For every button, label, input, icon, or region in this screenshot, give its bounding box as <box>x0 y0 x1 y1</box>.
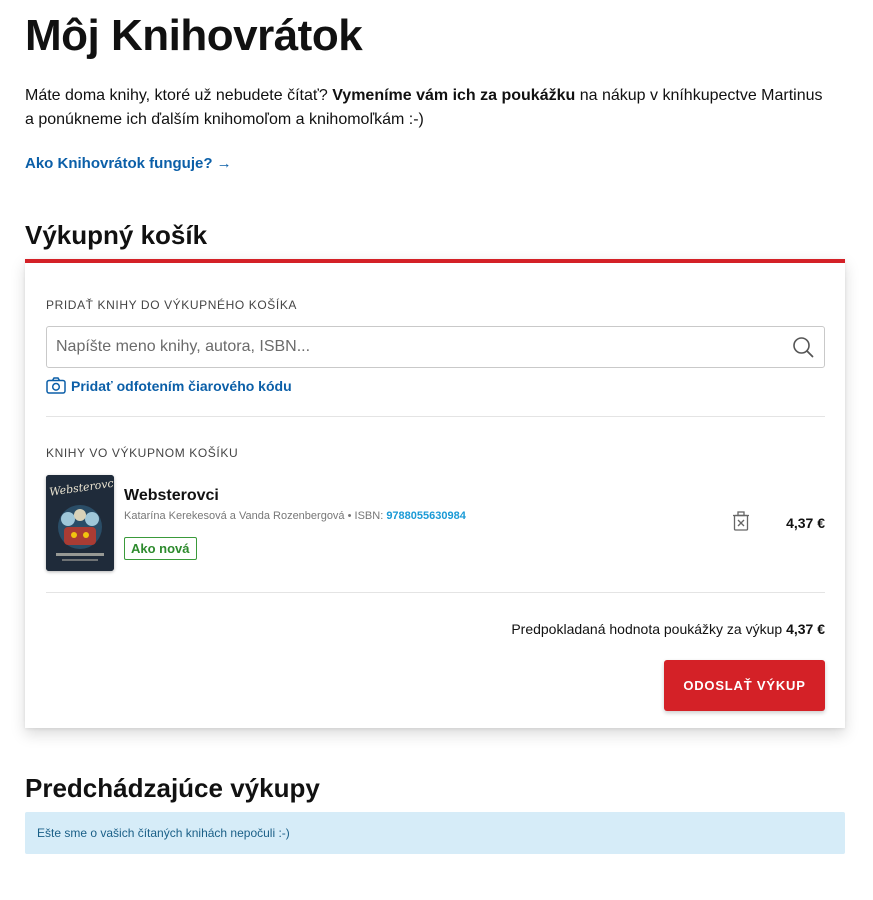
search-icon[interactable] <box>792 336 814 358</box>
page-title: Môj Knihovrátok <box>25 11 363 60</box>
how-it-works-link[interactable]: Ako Knihovrátok funguje? → <box>25 155 232 172</box>
book-search-input[interactable] <box>47 327 787 367</box>
divider <box>46 416 825 417</box>
intro-text: Máte doma knihy, ktoré už nebudete čítať… <box>25 84 825 132</box>
book-title[interactable]: Websterovci <box>124 487 219 505</box>
cart-item: Websterovci Websterovci Katarína Kerekes… <box>46 475 825 575</box>
cart-section-title: Výkupný košík <box>25 220 208 250</box>
book-price: 4,37 € <box>786 515 825 531</box>
book-meta: Katarína Kerekesová a Vanda Rozenbergová… <box>124 510 466 522</box>
voucher-estimate-label: Predpokladaná hodnota poukážky za výkup <box>511 621 787 637</box>
intro-text-start: Máte doma knihy, ktoré už nebudete čítať… <box>25 87 333 104</box>
intro-text-highlight: Vymeníme vám ich za poukážku <box>332 87 576 104</box>
search-box <box>46 326 825 368</box>
book-cover-image[interactable]: Websterovci <box>46 475 114 571</box>
add-by-barcode-label: Pridať odfotením čiarového kódu <box>71 377 292 394</box>
empty-history-message: Ešte sme o vašich čítaných knihách nepoč… <box>25 812 845 854</box>
submit-buyback-button[interactable]: ODOSLAŤ VÝKUP <box>664 660 825 711</box>
voucher-estimate-value: 4,37 € <box>786 621 825 637</box>
condition-badge[interactable]: Ako nová <box>124 537 197 560</box>
add-by-barcode-link[interactable]: Pridať odfotením čiarového kódu <box>46 377 292 394</box>
cart-books-label: KNIHY VO VÝKUPNOM KOŠÍKU <box>46 446 239 460</box>
camera-icon <box>46 377 66 394</box>
add-books-label: PRIDAŤ KNIHY DO VÝKUPNÉHO KOŠÍKA <box>46 298 298 312</box>
voucher-estimate: Predpokladaná hodnota poukážky za výkup … <box>511 621 825 637</box>
book-authors: Katarína Kerekesová a Vanda Rozenbergová… <box>124 510 387 522</box>
book-isbn: 9788055630984 <box>386 510 466 522</box>
buyback-cart-panel: PRIDAŤ KNIHY DO VÝKUPNÉHO KOŠÍKA Pridať … <box>25 259 845 728</box>
previous-buybacks-title: Predchádzajúce výkupy <box>25 773 320 803</box>
divider <box>46 592 825 593</box>
trash-icon[interactable] <box>732 511 750 531</box>
